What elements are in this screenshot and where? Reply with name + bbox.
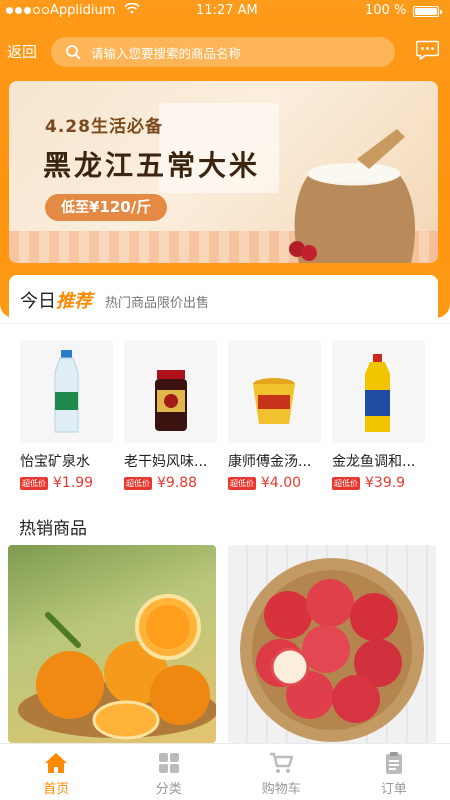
wifi-icon	[124, 2, 140, 18]
tab-cart[interactable]: 购物车	[225, 744, 338, 800]
message-icon[interactable]	[416, 40, 439, 60]
rice-sack-icon	[289, 129, 415, 263]
promo-banner[interactable]: 4.28生活必备 黑龙江五常大米 低至¥120/斤	[9, 81, 438, 263]
product-name: 金龙鱼调和...	[332, 454, 416, 470]
apples-icon	[240, 558, 424, 742]
tab-category[interactable]: 分类	[113, 744, 226, 800]
back-button[interactable]: 返回	[7, 41, 37, 62]
battery-percent: 100 %	[365, 3, 407, 18]
carrier-name: Applidium	[50, 3, 116, 18]
status-bar: Applidium 11:27 AM 100 %	[0, 0, 450, 22]
oranges-icon	[18, 594, 216, 740]
tab-label: 首页	[43, 782, 70, 797]
search-input[interactable]: 请输入您要搜索的商品名称	[51, 37, 395, 67]
product-tag: 超低价	[124, 476, 152, 490]
signal-icon	[6, 7, 49, 14]
recommend-title-prefix: 今日	[20, 291, 56, 312]
product-tag: 超低价	[20, 476, 48, 490]
product-card[interactable]: 金龙鱼调和... 超低价 ¥39.9	[332, 340, 425, 491]
bottom-tab-bar: 首页 分类 购物车 订单	[0, 743, 450, 800]
chili-sauce-jar-icon	[155, 370, 187, 431]
banner-price-prefix: 低至	[61, 200, 89, 216]
tab-label: 分类	[155, 782, 182, 797]
recommend-title-highlight: 推荐	[56, 291, 92, 312]
order-icon	[385, 752, 402, 774]
product-card[interactable]: 老干妈风味... 超低价 ¥9.88	[124, 340, 217, 491]
banner-price: ¥120/斤	[89, 198, 152, 216]
tab-label: 购物车	[261, 782, 301, 797]
water-bottle-icon	[54, 350, 79, 433]
product-card[interactable]: 康师傅金汤... 超低价 ¥4.00	[228, 340, 321, 491]
product-price: ¥4.00	[261, 475, 302, 491]
clock: 11:27 AM	[196, 3, 258, 18]
product-name: 怡宝矿泉水	[20, 454, 90, 470]
product-price: ¥1.99	[53, 475, 94, 491]
banner-title: 黑龙江五常大米	[43, 149, 261, 182]
grid-icon	[158, 753, 179, 773]
product-name: 康师傅金汤...	[228, 454, 312, 470]
divider	[0, 323, 450, 324]
recommend-title: 今日推荐	[20, 287, 92, 313]
product-image	[124, 340, 217, 443]
product-card[interactable]: 怡宝矿泉水 超低价 ¥1.99	[20, 340, 113, 491]
product-image	[20, 340, 113, 443]
product-image	[228, 340, 321, 443]
cooking-oil-icon	[365, 354, 390, 432]
search-placeholder: 请输入您要搜索的商品名称	[91, 45, 242, 61]
home-icon	[45, 753, 68, 773]
instant-noodle-cup-icon	[253, 378, 295, 424]
cart-icon	[270, 752, 294, 773]
tab-home[interactable]: 首页	[0, 744, 113, 800]
battery-icon	[413, 6, 442, 17]
product-tag: 超低价	[332, 476, 360, 490]
search-icon	[66, 45, 81, 60]
hot-product-apples[interactable]	[228, 545, 436, 743]
top-nav: 返回 请输入您要搜索的商品名称	[0, 36, 450, 68]
product-tag: 超低价	[228, 476, 256, 490]
product-name: 老干妈风味...	[124, 454, 208, 470]
tab-orders[interactable]: 订单	[338, 744, 450, 800]
tab-label: 订单	[380, 782, 407, 797]
product-image	[332, 340, 425, 443]
product-price: ¥39.9	[365, 475, 406, 491]
product-price: ¥9.88	[157, 475, 198, 491]
banner-subtitle: 4.28生活必备	[45, 117, 163, 137]
banner-price-badge: 低至¥120/斤	[45, 194, 168, 221]
recommend-header: 今日推荐 热门商品限价出售	[9, 275, 438, 323]
hot-section-title: 热销商品	[19, 519, 87, 539]
hot-product-oranges[interactable]	[8, 545, 216, 743]
recommend-subtitle: 热门商品限价出售	[105, 296, 210, 311]
